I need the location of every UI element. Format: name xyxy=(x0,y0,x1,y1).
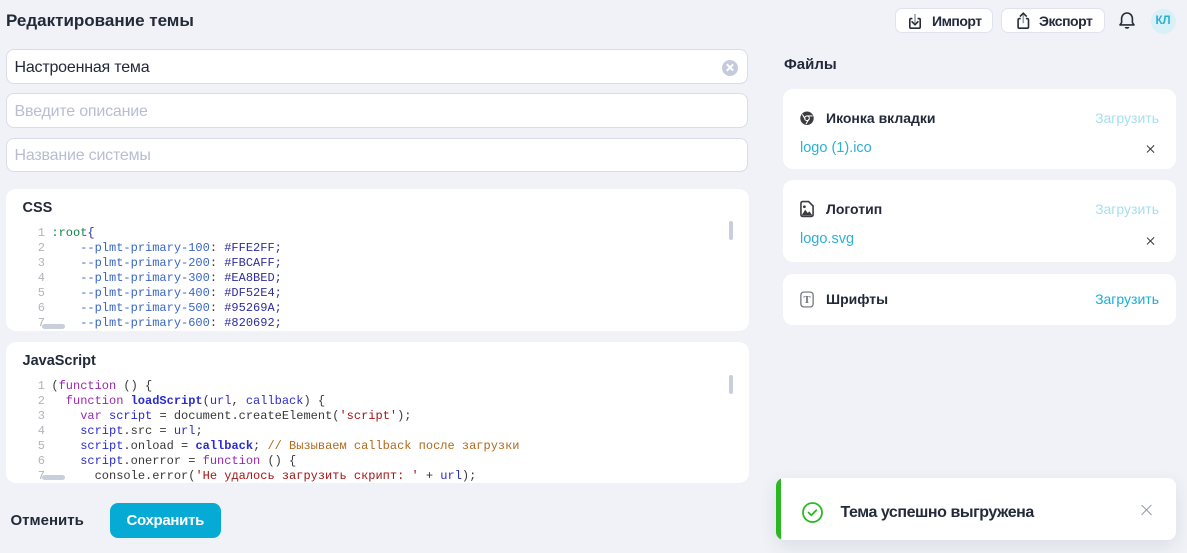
svg-text:T: T xyxy=(803,295,810,306)
